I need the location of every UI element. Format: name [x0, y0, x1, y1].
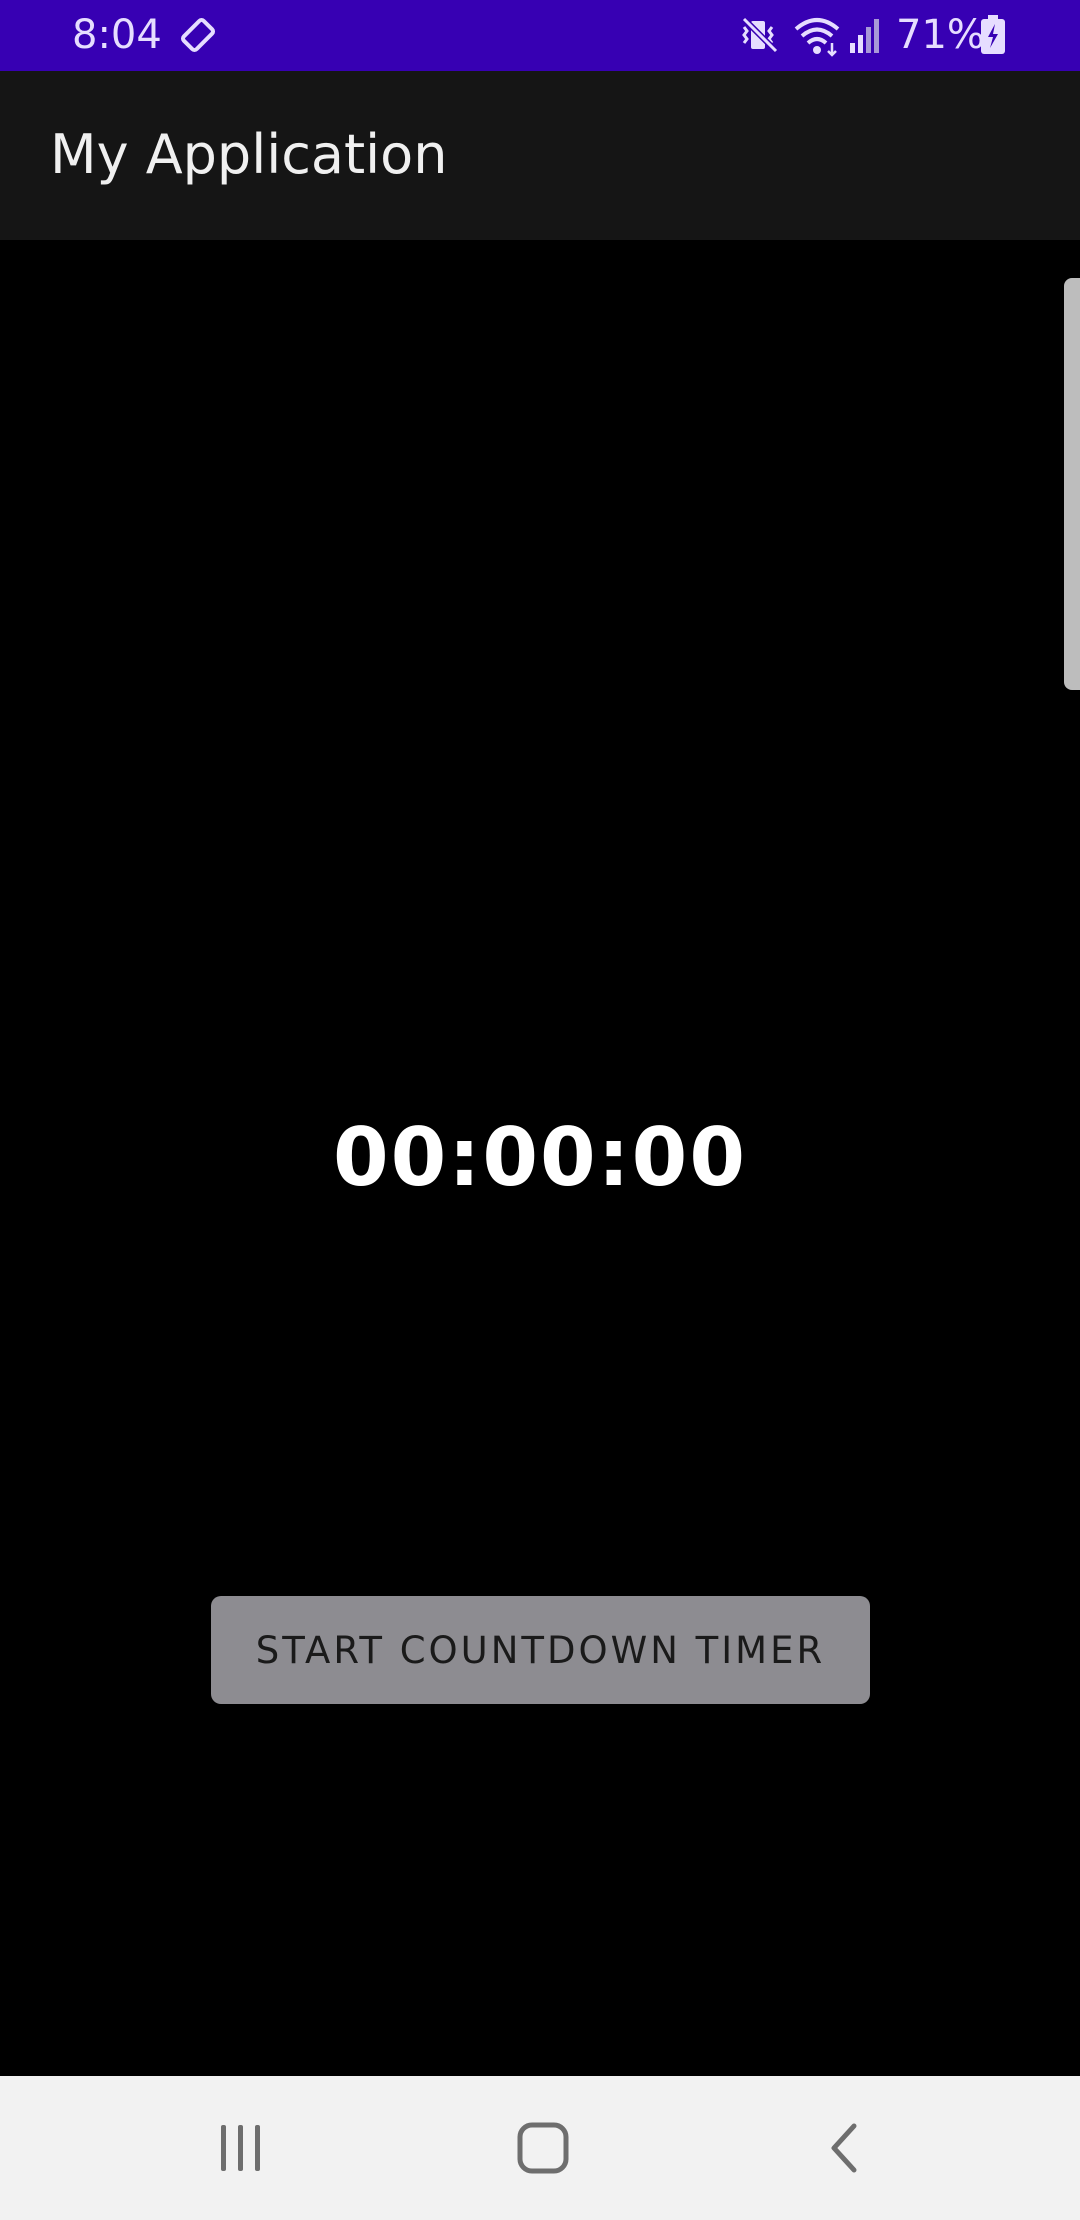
home-icon: [517, 2122, 569, 2174]
recents-button[interactable]: [201, 2108, 281, 2188]
app-bar: My Application: [0, 71, 1080, 240]
app-screen: 8:04 71% My Application 00:00:00 START C…: [0, 0, 1080, 2220]
back-icon: [831, 2123, 857, 2173]
scrollbar[interactable]: [1064, 278, 1080, 690]
navigation-bar: [0, 2076, 1080, 2220]
wifi-icon: [792, 13, 842, 61]
screen-rotation-icon: [178, 13, 218, 61]
app-title: My Application: [50, 123, 448, 186]
main-content: 00:00:00 START COUNTDOWN TIMER: [0, 240, 1080, 2076]
back-button[interactable]: [806, 2108, 886, 2188]
status-time: 8:04: [72, 12, 162, 58]
timer-display: 00:00:00: [333, 1111, 747, 1204]
status-bar: 8:04 71%: [0, 0, 1080, 71]
battery-charging-icon: [980, 15, 1006, 59]
cell-signal-icon: [848, 13, 884, 61]
start-countdown-button[interactable]: START COUNTDOWN TIMER: [211, 1596, 870, 1704]
vibrate-mute-icon: [738, 13, 782, 61]
battery-percent: 71%: [896, 12, 985, 58]
recents-icon: [221, 2125, 260, 2171]
home-button[interactable]: [503, 2108, 583, 2188]
